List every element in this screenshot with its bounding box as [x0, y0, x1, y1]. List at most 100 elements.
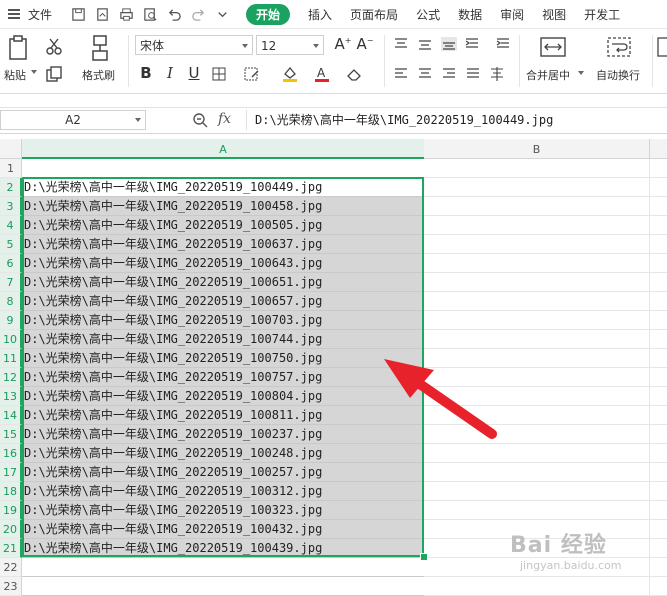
- cell-b[interactable]: [424, 311, 650, 330]
- cell-c[interactable]: [650, 577, 667, 596]
- cell-c[interactable]: [650, 463, 667, 482]
- cell-a[interactable]: D:\光荣榜\高中一年级\IMG_20220519_100237.jpg: [22, 425, 424, 444]
- tab-view[interactable]: 视图: [542, 6, 566, 23]
- cell-c[interactable]: [650, 330, 667, 349]
- menu-file[interactable]: 文件: [28, 6, 52, 23]
- cell-c[interactable]: [650, 178, 667, 197]
- print-preview-icon[interactable]: [142, 6, 158, 22]
- font-color-icon[interactable]: A: [314, 65, 330, 83]
- cell-a[interactable]: [22, 159, 424, 178]
- row-header[interactable]: 7: [0, 273, 22, 292]
- increase-font-icon[interactable]: A+: [334, 35, 352, 53]
- cell-a[interactable]: D:\光荣榜\高中一年级\IMG_20220519_100744.jpg: [22, 330, 424, 349]
- cell-b[interactable]: [424, 159, 650, 178]
- row-header[interactable]: 19: [0, 501, 22, 520]
- row-header[interactable]: 5: [0, 235, 22, 254]
- clear-format-icon[interactable]: [346, 67, 364, 81]
- cell-c[interactable]: [650, 406, 667, 425]
- save-icon[interactable]: [70, 6, 86, 22]
- chevron-down-icon[interactable]: [214, 6, 230, 22]
- cell-c[interactable]: [650, 368, 667, 387]
- row-header[interactable]: 12: [0, 368, 22, 387]
- cell-b[interactable]: [424, 501, 650, 520]
- cell-b[interactable]: [424, 273, 650, 292]
- cell-a[interactable]: D:\光荣榜\高中一年级\IMG_20220519_100811.jpg: [22, 406, 424, 425]
- row-header[interactable]: 13: [0, 387, 22, 406]
- tab-review[interactable]: 审阅: [500, 6, 524, 23]
- font-size-select[interactable]: 12: [256, 35, 324, 55]
- row-header[interactable]: 6: [0, 254, 22, 273]
- tab-developer[interactable]: 开发工: [584, 6, 620, 23]
- cell-c[interactable]: [650, 292, 667, 311]
- cell-style-icon[interactable]: [244, 67, 260, 81]
- cell-a[interactable]: D:\光荣榜\高中一年级\IMG_20220519_100449.jpg: [22, 178, 424, 197]
- row-header[interactable]: 16: [0, 444, 22, 463]
- spreadsheet-grid[interactable]: A B 1 2 D:\光荣榜\高中一年级\IMG_20220519_100449.j…: [0, 139, 667, 596]
- row-header[interactable]: 8: [0, 292, 22, 311]
- row-header[interactable]: 3: [0, 197, 22, 216]
- select-all-corner[interactable]: [0, 139, 22, 159]
- row-header[interactable]: 9: [0, 311, 22, 330]
- row-header[interactable]: 20: [0, 520, 22, 539]
- cell-a[interactable]: D:\光荣榜\高中一年级\IMG_20220519_100643.jpg: [22, 254, 424, 273]
- cell-a[interactable]: D:\光荣榜\高中一年级\IMG_20220519_100651.jpg: [22, 273, 424, 292]
- zoom-search-icon[interactable]: [192, 112, 208, 128]
- row-header[interactable]: 23: [0, 577, 22, 596]
- format-painter-icon[interactable]: [89, 35, 111, 61]
- row-header[interactable]: 4: [0, 216, 22, 235]
- print-icon[interactable]: [118, 6, 134, 22]
- cell-a[interactable]: D:\光荣榜\高中一年级\IMG_20220519_100432.jpg: [22, 520, 424, 539]
- row-header[interactable]: 17: [0, 463, 22, 482]
- cell-c[interactable]: [650, 425, 667, 444]
- cell-b[interactable]: [424, 235, 650, 254]
- cell-c[interactable]: [650, 349, 667, 368]
- fill-handle[interactable]: [420, 553, 428, 561]
- copy-icon[interactable]: [45, 65, 63, 83]
- cell-c[interactable]: [650, 539, 667, 558]
- cell-b[interactable]: [424, 197, 650, 216]
- bold-icon[interactable]: B: [138, 64, 154, 82]
- row-header[interactable]: 10: [0, 330, 22, 349]
- cell-b[interactable]: [424, 482, 650, 501]
- tab-page-layout[interactable]: 页面布局: [350, 6, 398, 23]
- format-painter-label[interactable]: 格式刷: [82, 67, 115, 83]
- cell-a[interactable]: D:\光荣榜\高中一年级\IMG_20220519_100757.jpg: [22, 368, 424, 387]
- cell-a[interactable]: [22, 558, 424, 577]
- redo-icon[interactable]: [190, 6, 206, 22]
- cell-a[interactable]: D:\光荣榜\高中一年级\IMG_20220519_100750.jpg: [22, 349, 424, 368]
- tab-data[interactable]: 数据: [458, 6, 482, 23]
- cell-a[interactable]: D:\光荣榜\高中一年级\IMG_20220519_100703.jpg: [22, 311, 424, 330]
- row-header[interactable]: 15: [0, 425, 22, 444]
- cell-b[interactable]: [424, 463, 650, 482]
- cell-c[interactable]: [650, 235, 667, 254]
- name-box[interactable]: A2: [0, 110, 146, 130]
- horizontal-align-icons[interactable]: [394, 67, 510, 81]
- cell-a[interactable]: D:\光荣榜\高中一年级\IMG_20220519_100257.jpg: [22, 463, 424, 482]
- column-header-a[interactable]: A: [22, 139, 424, 159]
- cell-b[interactable]: [424, 254, 650, 273]
- cell-a[interactable]: D:\光荣榜\高中一年级\IMG_20220519_100312.jpg: [22, 482, 424, 501]
- underline-icon[interactable]: U: [186, 64, 202, 82]
- cell-c[interactable]: [650, 482, 667, 501]
- cut-icon[interactable]: [45, 37, 63, 55]
- formula-input[interactable]: D:\光荣榜\高中一年级\IMG_20220519_100449.jpg: [246, 110, 667, 130]
- cell-a[interactable]: D:\光荣榜\高中一年级\IMG_20220519_100804.jpg: [22, 387, 424, 406]
- undo-icon[interactable]: [166, 6, 182, 22]
- cell-c[interactable]: [650, 216, 667, 235]
- decrease-font-icon[interactable]: A−: [356, 35, 374, 53]
- more-ribbon-icon[interactable]: [657, 37, 667, 57]
- cell-a[interactable]: D:\光荣榜\高中一年级\IMG_20220519_100657.jpg: [22, 292, 424, 311]
- wrap-text-label[interactable]: 自动换行: [596, 67, 640, 83]
- cell-a[interactable]: D:\光荣榜\高中一年级\IMG_20220519_100248.jpg: [22, 444, 424, 463]
- cell-b[interactable]: [424, 292, 650, 311]
- row-header[interactable]: 1: [0, 159, 22, 178]
- cell-c[interactable]: [650, 520, 667, 539]
- paste-icon[interactable]: [7, 35, 31, 61]
- cell-c[interactable]: [650, 311, 667, 330]
- cell-b[interactable]: [424, 216, 650, 235]
- merge-center-label[interactable]: 合并居中: [526, 67, 570, 83]
- row-header[interactable]: 18: [0, 482, 22, 501]
- tab-home[interactable]: 开始: [246, 3, 291, 25]
- fill-color-icon[interactable]: [282, 65, 298, 83]
- cell-a[interactable]: D:\光荣榜\高中一年级\IMG_20220519_100458.jpg: [22, 197, 424, 216]
